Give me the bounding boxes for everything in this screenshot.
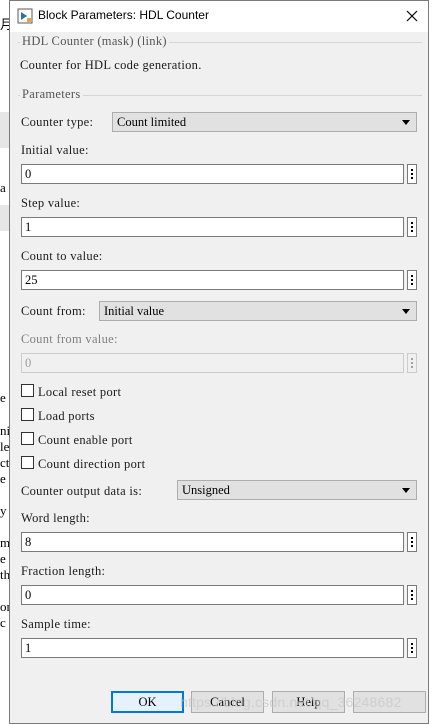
block-parameters-dialog: Block Parameters: HDL Counter HDL Counte… bbox=[9, 0, 429, 724]
title-bar[interactable]: Block Parameters: HDL Counter bbox=[10, 1, 428, 32]
chevron-down-icon bbox=[402, 488, 410, 493]
close-button[interactable] bbox=[402, 6, 422, 26]
count-from-value-menu-button[interactable] bbox=[407, 353, 417, 373]
mask-label: HDL Counter (mask) (link) bbox=[20, 34, 169, 49]
step-value-input[interactable] bbox=[21, 217, 404, 237]
fraction-length-input[interactable] bbox=[21, 585, 404, 605]
close-icon bbox=[406, 10, 418, 22]
block-description: Counter for HDL code generation. bbox=[20, 58, 202, 72]
output-data-type-select[interactable]: Unsigned bbox=[177, 480, 417, 500]
parameters-group-label: Parameters bbox=[20, 87, 83, 102]
step-value-menu-button[interactable] bbox=[407, 217, 417, 237]
chevron-down-icon bbox=[402, 309, 410, 314]
screen: 月 a e ni le ct e y m e th or c Block Par… bbox=[0, 0, 438, 724]
more-options-icon bbox=[411, 358, 413, 360]
output-data-type-label: Counter output data is: bbox=[21, 484, 143, 498]
simulink-block-icon bbox=[17, 8, 33, 24]
count-from-value-input[interactable] bbox=[21, 353, 404, 373]
count-direction-port-label: Count direction port bbox=[38, 457, 146, 471]
more-options-icon-dot bbox=[411, 279, 413, 281]
more-options-icon bbox=[411, 643, 413, 645]
more-options-icon-dot bbox=[411, 230, 413, 232]
count-from-value: Initial value bbox=[104, 304, 165, 318]
count-to-value-menu-button[interactable] bbox=[407, 270, 417, 290]
more-options-icon bbox=[411, 590, 413, 592]
initial-value-input[interactable] bbox=[21, 164, 404, 184]
more-options-icon bbox=[411, 222, 413, 224]
more-options-icon-dot bbox=[411, 545, 413, 547]
more-options-icon-dot bbox=[411, 594, 413, 596]
watermark-text: https://blog.csdn.net/qq_36248682 bbox=[180, 694, 402, 710]
sample-time-label: Sample time: bbox=[21, 617, 91, 631]
more-options-icon-dot bbox=[411, 651, 413, 653]
sample-time-input[interactable] bbox=[21, 638, 404, 658]
more-options-icon-dot bbox=[411, 366, 413, 368]
more-options-icon-dot bbox=[411, 647, 413, 649]
more-options-icon-dot bbox=[411, 173, 413, 175]
more-options-icon-dot bbox=[411, 177, 413, 179]
local-reset-port-checkbox[interactable] bbox=[21, 384, 34, 397]
count-from-label: Count from: bbox=[21, 304, 86, 318]
more-options-icon bbox=[411, 275, 413, 277]
window-title: Block Parameters: HDL Counter bbox=[38, 8, 209, 22]
word-length-label: Word length: bbox=[21, 511, 90, 525]
fraction-length-menu-button[interactable] bbox=[407, 585, 417, 605]
load-ports-checkbox[interactable] bbox=[21, 408, 34, 421]
more-options-icon-dot bbox=[411, 226, 413, 228]
initial-value-label: Initial value: bbox=[21, 143, 89, 157]
count-to-value-input[interactable] bbox=[21, 270, 404, 290]
more-options-icon-dot bbox=[411, 362, 413, 364]
more-options-icon-dot bbox=[411, 541, 413, 543]
local-reset-port-label: Local reset port bbox=[38, 385, 122, 399]
sample-time-menu-button[interactable] bbox=[407, 638, 417, 658]
step-value-label: Step value: bbox=[21, 196, 81, 210]
word-length-input[interactable] bbox=[21, 532, 404, 552]
word-length-menu-button[interactable] bbox=[407, 532, 417, 552]
counter-type-label: Counter type: bbox=[21, 115, 94, 129]
chevron-down-icon bbox=[402, 120, 410, 125]
ok-button[interactable]: OK bbox=[111, 691, 184, 713]
initial-value-menu-button[interactable] bbox=[407, 164, 417, 184]
count-to-value-label: Count to value: bbox=[21, 249, 103, 263]
output-data-type-value: Unsigned bbox=[182, 483, 230, 497]
fraction-length-label: Fraction length: bbox=[21, 564, 106, 578]
count-from-value-label: Count from value: bbox=[21, 332, 118, 346]
load-ports-label: Load ports bbox=[38, 409, 95, 423]
more-options-icon bbox=[411, 169, 413, 171]
counter-type-value: Count limited bbox=[117, 115, 187, 129]
counter-type-select[interactable]: Count limited bbox=[112, 112, 417, 132]
count-enable-port-label: Count enable port bbox=[38, 433, 133, 447]
count-enable-port-checkbox[interactable] bbox=[21, 432, 34, 445]
more-options-icon bbox=[411, 537, 413, 539]
more-options-icon-dot bbox=[411, 598, 413, 600]
more-options-icon-dot bbox=[411, 283, 413, 285]
count-from-select[interactable]: Initial value bbox=[99, 301, 417, 321]
count-direction-port-checkbox[interactable] bbox=[21, 456, 34, 469]
